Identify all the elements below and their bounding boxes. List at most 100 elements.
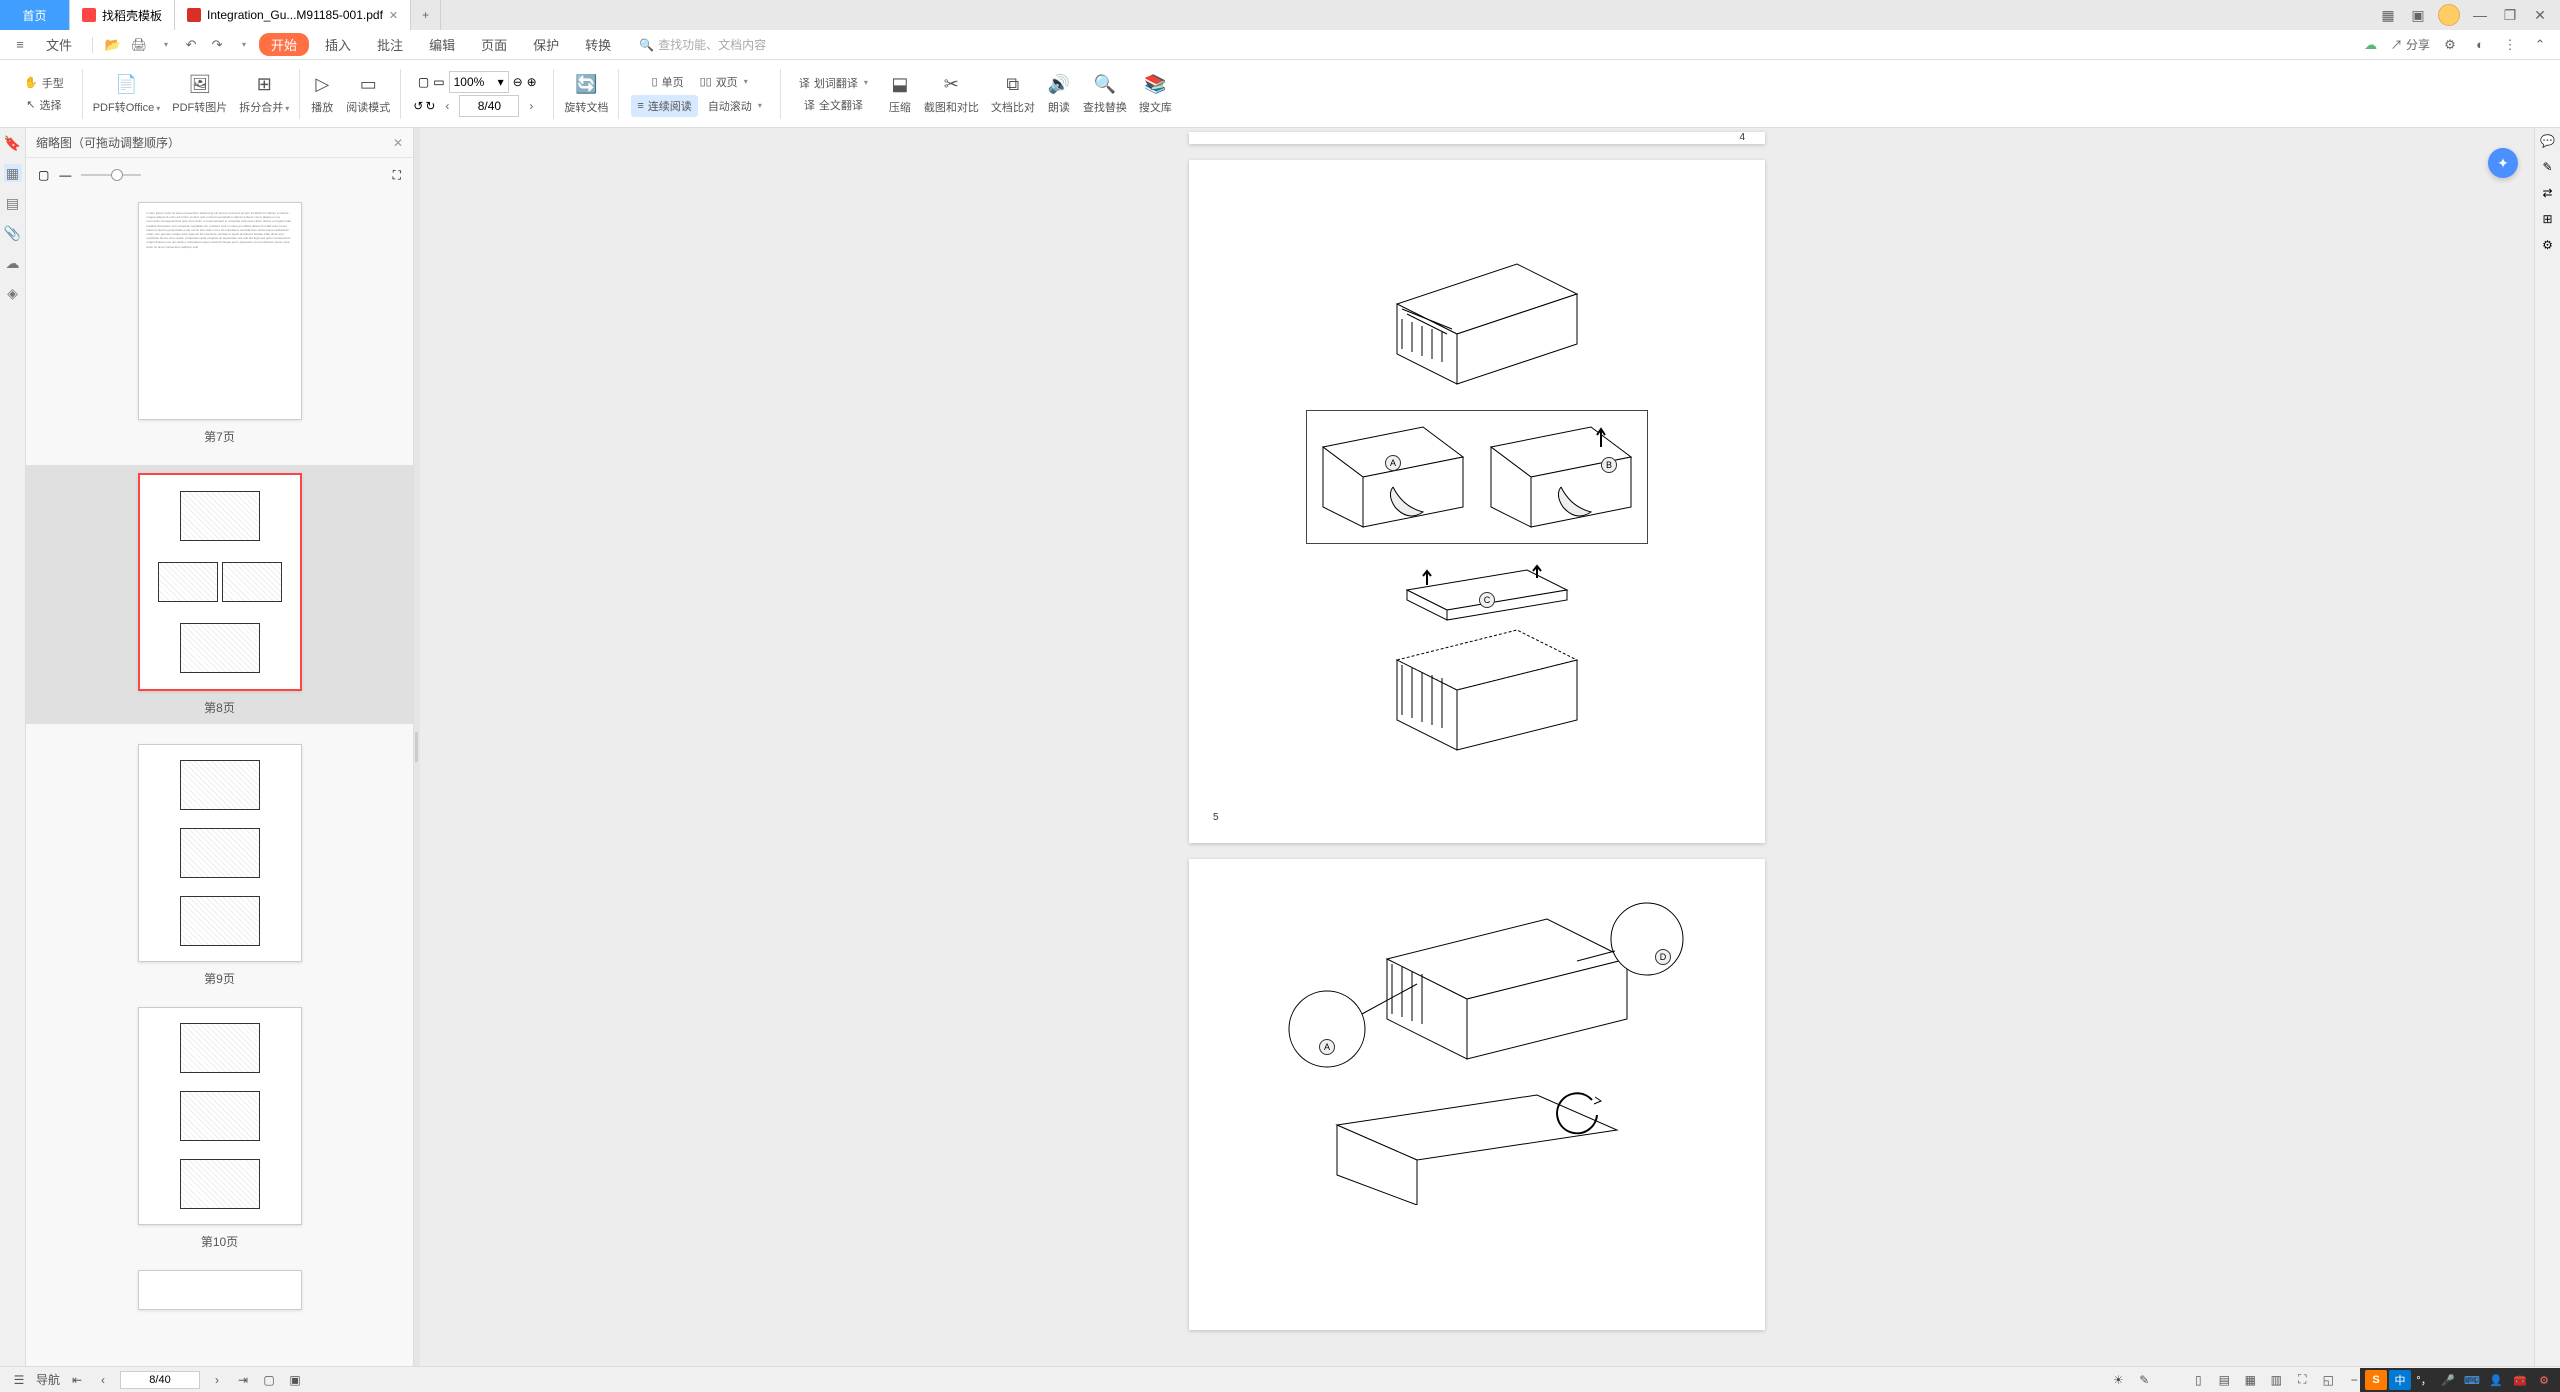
comment-icon[interactable]: 💬 xyxy=(2540,134,2555,148)
search-box[interactable]: 🔍 查找功能、文档内容 xyxy=(639,36,766,53)
nav-toggle-icon[interactable]: ☰ xyxy=(10,1371,28,1389)
slider-thumb[interactable] xyxy=(111,169,123,181)
view-double-icon[interactable]: ▦ xyxy=(2241,1371,2259,1389)
ime-punct-icon[interactable]: °， xyxy=(2413,1370,2435,1390)
zoom-fit-icon[interactable]: ▢ xyxy=(260,1371,278,1389)
next-page-button[interactable]: › xyxy=(208,1371,226,1389)
menu-convert[interactable]: 转换 xyxy=(575,35,621,54)
thumbnail-page-9[interactable] xyxy=(138,744,302,962)
split-merge-button[interactable]: ⊞拆分合并 xyxy=(233,71,295,117)
window-close-button[interactable]: ✕ xyxy=(2530,5,2550,25)
attachment-icon[interactable]: 📎 xyxy=(4,224,22,242)
more-tools-icon[interactable]: ⊞ xyxy=(2542,212,2552,226)
window-maximize-button[interactable]: ❐ xyxy=(2500,5,2520,25)
double-page-button[interactable]: ▯▯双页 xyxy=(694,71,754,93)
thumbnail-item[interactable] xyxy=(26,1270,413,1310)
ime-mic-icon[interactable]: 🎤 xyxy=(2437,1370,2459,1390)
pdf-to-office-button[interactable]: 📄PDF转Office xyxy=(87,71,167,117)
prev-page-button[interactable]: ‹ xyxy=(94,1371,112,1389)
gear-icon[interactable]: ⚙ xyxy=(2440,35,2460,55)
cloud-sync-icon[interactable]: ☁ xyxy=(2361,35,2381,55)
doc-compare-button[interactable]: ⧉文档比对 xyxy=(985,71,1041,117)
print-dropdown[interactable] xyxy=(155,35,175,55)
thumbnail-item[interactable]: 第8页 xyxy=(26,465,413,724)
convert-icon[interactable]: ⇄ xyxy=(2542,186,2552,200)
tab-home[interactable]: 首页 xyxy=(0,0,70,30)
thumbnails-icon[interactable]: ▦ xyxy=(4,164,22,182)
first-page-button[interactable]: ⇤ xyxy=(68,1371,86,1389)
avatar[interactable] xyxy=(2438,4,2460,26)
collapse-ribbon-icon[interactable]: ⌃ xyxy=(2530,35,2550,55)
window-minimize-button[interactable]: — xyxy=(2470,5,2490,25)
rotate-right-icon[interactable]: ↻ xyxy=(425,99,435,113)
pdf-to-image-button[interactable]: 🖼PDF转图片 xyxy=(166,71,233,117)
screenshot-compare-button[interactable]: ✂截图和对比 xyxy=(918,71,985,117)
thumb-zoom-out-icon[interactable]: ▢ xyxy=(38,168,49,182)
zoom-out-icon[interactable]: ⊖ xyxy=(513,75,523,89)
tab-template[interactable]: 找稻壳模板 xyxy=(70,0,175,30)
thumb-small-icon[interactable]: — xyxy=(59,168,71,182)
tab-document[interactable]: Integration_Gu...M91185-001.pdf ✕ xyxy=(175,0,411,30)
layers-icon[interactable]: ◈ xyxy=(4,284,22,302)
read-mode-button[interactable]: ▭阅读模式 xyxy=(340,71,396,117)
ai-assistant-button[interactable]: ✦ xyxy=(2488,148,2518,178)
fullscreen-icon[interactable]: ⛶ xyxy=(2293,1371,2311,1389)
ime-settings-icon[interactable]: ⚙ xyxy=(2533,1370,2555,1390)
menu-insert[interactable]: 插入 xyxy=(315,35,361,54)
rotate-doc-button[interactable]: 🔄旋转文档 xyxy=(558,71,614,117)
hand-tool-button[interactable]: ✋手型 xyxy=(18,72,70,94)
thumbnail-close-button[interactable]: ✕ xyxy=(393,136,403,150)
full-translate-button[interactable]: 译全文翻译 xyxy=(798,94,869,116)
thumbnail-page-7[interactable]: Lorem ipsum dolor sit amet consectetur a… xyxy=(138,202,302,420)
zoom-combo[interactable]: 100%▾ xyxy=(449,71,509,93)
ime-keyboard-icon[interactable]: ⌨ xyxy=(2461,1370,2483,1390)
play-button[interactable]: ▷播放 xyxy=(304,71,340,117)
redo-icon[interactable]: ↷ xyxy=(207,35,227,55)
settings-icon[interactable]: ⚙ xyxy=(2542,238,2553,252)
bookmark-icon[interactable]: 🔖 xyxy=(4,134,22,152)
view-book-icon[interactable]: ▥ xyxy=(2267,1371,2285,1389)
more-icon[interactable]: ⋮ xyxy=(2500,35,2520,55)
thumb-expand-icon[interactable]: ⛶ xyxy=(393,168,401,183)
zoom-actual-icon[interactable]: ▣ xyxy=(286,1371,304,1389)
status-page-input[interactable] xyxy=(120,1371,200,1389)
thumbnail-page-partial[interactable] xyxy=(138,1270,302,1310)
thumbnail-list[interactable]: Lorem ipsum dolor sit amet consectetur a… xyxy=(26,192,413,1366)
share-button[interactable]: ↗ 分享 xyxy=(2391,36,2430,53)
ime-person-icon[interactable]: 👤 xyxy=(2485,1370,2507,1390)
document-view[interactable]: 4 5 xyxy=(420,128,2534,1366)
continuous-read-button[interactable]: ≡连续阅读 xyxy=(631,95,697,117)
menu-protect[interactable]: 保护 xyxy=(523,35,569,54)
next-page-button[interactable]: › xyxy=(521,96,541,116)
select-tool-button[interactable]: ↖选择 xyxy=(20,94,67,116)
find-replace-button[interactable]: 🔍查找替换 xyxy=(1077,71,1133,117)
rotate-left-icon[interactable]: ↺ xyxy=(413,99,423,113)
single-page-button[interactable]: ▯单页 xyxy=(646,71,690,93)
thumbnail-item[interactable]: 第9页 xyxy=(26,744,413,987)
thumbnail-item[interactable]: 第10页 xyxy=(26,1007,413,1250)
edit-icon[interactable]: ✎ xyxy=(2542,160,2552,174)
marker-icon[interactable]: ✎ xyxy=(2135,1371,2153,1389)
thumbnail-item[interactable]: Lorem ipsum dolor sit amet consectetur a… xyxy=(26,202,413,445)
print-icon[interactable]: 🖨 xyxy=(129,35,149,55)
menu-start[interactable]: 开始 xyxy=(259,33,309,56)
thumb-size-slider[interactable] xyxy=(81,174,141,176)
page-number-input[interactable] xyxy=(459,95,519,117)
search-library-button[interactable]: 📚搜文库 xyxy=(1133,71,1178,117)
skin-icon[interactable]: ◐ xyxy=(2470,35,2490,55)
thumbnail-page-10[interactable] xyxy=(138,1007,302,1225)
last-page-button[interactable]: ⇥ xyxy=(234,1371,252,1389)
menu-file[interactable]: 文件 xyxy=(36,35,82,54)
new-tab-button[interactable]: + xyxy=(411,0,441,30)
layout-icon[interactable]: ▦ xyxy=(2378,5,2398,25)
hamburger-icon[interactable]: ≡ xyxy=(10,35,30,55)
read-aloud-button[interactable]: 🔊朗读 xyxy=(1041,71,1077,117)
tab-close-icon[interactable]: ✕ xyxy=(389,9,398,22)
fit-icon[interactable]: ◱ xyxy=(2319,1371,2337,1389)
undo-icon[interactable]: ↶ xyxy=(181,35,201,55)
view-single-icon[interactable]: ▯ xyxy=(2189,1371,2207,1389)
compress-button[interactable]: ⬓压缩 xyxy=(882,71,918,117)
menu-page[interactable]: 页面 xyxy=(471,35,517,54)
menu-edit[interactable]: 编辑 xyxy=(419,35,465,54)
prev-page-button[interactable]: ‹ xyxy=(437,96,457,116)
